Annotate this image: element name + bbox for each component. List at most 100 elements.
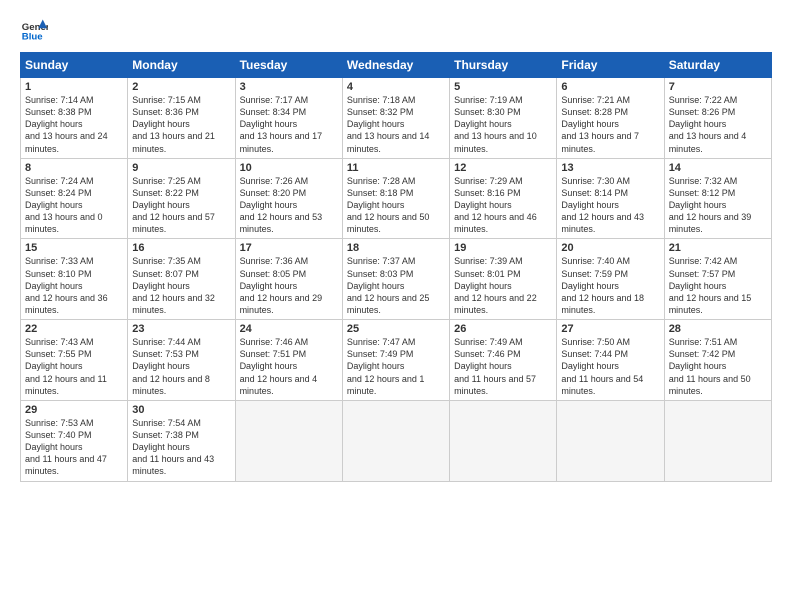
calendar-cell: 26 Sunrise: 7:49 AM Sunset: 7:46 PM Dayl… [450, 320, 557, 401]
day-info: Sunrise: 7:32 AM Sunset: 8:12 PM Dayligh… [669, 175, 767, 236]
day-info: Sunrise: 7:54 AM Sunset: 7:38 PM Dayligh… [132, 417, 230, 478]
calendar-cell: 9 Sunrise: 7:25 AM Sunset: 8:22 PM Dayli… [128, 158, 235, 239]
day-info: Sunrise: 7:50 AM Sunset: 7:44 PM Dayligh… [561, 336, 659, 397]
calendar-cell: 2 Sunrise: 7:15 AM Sunset: 8:36 PM Dayli… [128, 78, 235, 159]
calendar-table: SundayMondayTuesdayWednesdayThursdayFrid… [20, 52, 772, 482]
day-number: 4 [347, 81, 445, 93]
calendar-cell: 10 Sunrise: 7:26 AM Sunset: 8:20 PM Dayl… [235, 158, 342, 239]
day-number: 15 [25, 242, 123, 254]
day-number: 29 [25, 404, 123, 416]
day-info: Sunrise: 7:36 AM Sunset: 8:05 PM Dayligh… [240, 255, 338, 316]
calendar-cell: 30 Sunrise: 7:54 AM Sunset: 7:38 PM Dayl… [128, 400, 235, 481]
calendar-cell: 16 Sunrise: 7:35 AM Sunset: 8:07 PM Dayl… [128, 239, 235, 320]
calendar-cell: 27 Sunrise: 7:50 AM Sunset: 7:44 PM Dayl… [557, 320, 664, 401]
calendar-cell: 23 Sunrise: 7:44 AM Sunset: 7:53 PM Dayl… [128, 320, 235, 401]
day-number: 25 [347, 323, 445, 335]
calendar-cell: 18 Sunrise: 7:37 AM Sunset: 8:03 PM Dayl… [342, 239, 449, 320]
day-info: Sunrise: 7:30 AM Sunset: 8:14 PM Dayligh… [561, 175, 659, 236]
day-number: 22 [25, 323, 123, 335]
day-info: Sunrise: 7:29 AM Sunset: 8:16 PM Dayligh… [454, 175, 552, 236]
day-number: 24 [240, 323, 338, 335]
calendar-cell: 6 Sunrise: 7:21 AM Sunset: 8:28 PM Dayli… [557, 78, 664, 159]
logo-icon: General Blue [20, 16, 48, 44]
calendar-cell: 24 Sunrise: 7:46 AM Sunset: 7:51 PM Dayl… [235, 320, 342, 401]
calendar-cell [664, 400, 771, 481]
day-info: Sunrise: 7:51 AM Sunset: 7:42 PM Dayligh… [669, 336, 767, 397]
calendar-cell: 20 Sunrise: 7:40 AM Sunset: 7:59 PM Dayl… [557, 239, 664, 320]
calendar-cell [235, 400, 342, 481]
day-number: 14 [669, 162, 767, 174]
day-info: Sunrise: 7:22 AM Sunset: 8:26 PM Dayligh… [669, 94, 767, 155]
day-info: Sunrise: 7:35 AM Sunset: 8:07 PM Dayligh… [132, 255, 230, 316]
day-info: Sunrise: 7:25 AM Sunset: 8:22 PM Dayligh… [132, 175, 230, 236]
day-number: 1 [25, 81, 123, 93]
day-number: 6 [561, 81, 659, 93]
day-number: 3 [240, 81, 338, 93]
day-info: Sunrise: 7:42 AM Sunset: 7:57 PM Dayligh… [669, 255, 767, 316]
calendar-cell [450, 400, 557, 481]
svg-text:Blue: Blue [22, 32, 43, 43]
day-info: Sunrise: 7:44 AM Sunset: 7:53 PM Dayligh… [132, 336, 230, 397]
day-number: 5 [454, 81, 552, 93]
day-number: 30 [132, 404, 230, 416]
calendar-cell: 25 Sunrise: 7:47 AM Sunset: 7:49 PM Dayl… [342, 320, 449, 401]
day-number: 10 [240, 162, 338, 174]
day-info: Sunrise: 7:46 AM Sunset: 7:51 PM Dayligh… [240, 336, 338, 397]
day-number: 19 [454, 242, 552, 254]
calendar-header-friday: Friday [557, 53, 664, 78]
calendar-week-1: 1 Sunrise: 7:14 AM Sunset: 8:38 PM Dayli… [21, 78, 772, 159]
day-number: 18 [347, 242, 445, 254]
calendar-cell: 19 Sunrise: 7:39 AM Sunset: 8:01 PM Dayl… [450, 239, 557, 320]
day-number: 28 [669, 323, 767, 335]
calendar-cell: 4 Sunrise: 7:18 AM Sunset: 8:32 PM Dayli… [342, 78, 449, 159]
day-number: 21 [669, 242, 767, 254]
day-number: 12 [454, 162, 552, 174]
calendar-week-4: 22 Sunrise: 7:43 AM Sunset: 7:55 PM Dayl… [21, 320, 772, 401]
calendar-header-row: SundayMondayTuesdayWednesdayThursdayFrid… [21, 53, 772, 78]
day-info: Sunrise: 7:47 AM Sunset: 7:49 PM Dayligh… [347, 336, 445, 397]
day-info: Sunrise: 7:17 AM Sunset: 8:34 PM Dayligh… [240, 94, 338, 155]
calendar-header-saturday: Saturday [664, 53, 771, 78]
calendar-week-5: 29 Sunrise: 7:53 AM Sunset: 7:40 PM Dayl… [21, 400, 772, 481]
day-info: Sunrise: 7:37 AM Sunset: 8:03 PM Dayligh… [347, 255, 445, 316]
day-info: Sunrise: 7:15 AM Sunset: 8:36 PM Dayligh… [132, 94, 230, 155]
calendar-cell: 28 Sunrise: 7:51 AM Sunset: 7:42 PM Dayl… [664, 320, 771, 401]
calendar-cell: 3 Sunrise: 7:17 AM Sunset: 8:34 PM Dayli… [235, 78, 342, 159]
calendar-cell: 17 Sunrise: 7:36 AM Sunset: 8:05 PM Dayl… [235, 239, 342, 320]
day-number: 11 [347, 162, 445, 174]
header: General Blue [20, 16, 772, 44]
day-number: 13 [561, 162, 659, 174]
calendar-header-monday: Monday [128, 53, 235, 78]
calendar-cell [342, 400, 449, 481]
day-number: 16 [132, 242, 230, 254]
day-number: 20 [561, 242, 659, 254]
calendar-cell: 22 Sunrise: 7:43 AM Sunset: 7:55 PM Dayl… [21, 320, 128, 401]
day-info: Sunrise: 7:33 AM Sunset: 8:10 PM Dayligh… [25, 255, 123, 316]
day-number: 23 [132, 323, 230, 335]
calendar-cell: 5 Sunrise: 7:19 AM Sunset: 8:30 PM Dayli… [450, 78, 557, 159]
day-info: Sunrise: 7:43 AM Sunset: 7:55 PM Dayligh… [25, 336, 123, 397]
day-number: 8 [25, 162, 123, 174]
calendar-cell: 12 Sunrise: 7:29 AM Sunset: 8:16 PM Dayl… [450, 158, 557, 239]
day-number: 9 [132, 162, 230, 174]
day-number: 17 [240, 242, 338, 254]
calendar-week-2: 8 Sunrise: 7:24 AM Sunset: 8:24 PM Dayli… [21, 158, 772, 239]
calendar-cell: 15 Sunrise: 7:33 AM Sunset: 8:10 PM Dayl… [21, 239, 128, 320]
day-number: 26 [454, 323, 552, 335]
calendar-cell [557, 400, 664, 481]
day-info: Sunrise: 7:19 AM Sunset: 8:30 PM Dayligh… [454, 94, 552, 155]
day-info: Sunrise: 7:26 AM Sunset: 8:20 PM Dayligh… [240, 175, 338, 236]
calendar-header-wednesday: Wednesday [342, 53, 449, 78]
day-info: Sunrise: 7:14 AM Sunset: 8:38 PM Dayligh… [25, 94, 123, 155]
calendar-cell: 14 Sunrise: 7:32 AM Sunset: 8:12 PM Dayl… [664, 158, 771, 239]
calendar-cell: 8 Sunrise: 7:24 AM Sunset: 8:24 PM Dayli… [21, 158, 128, 239]
calendar-cell: 1 Sunrise: 7:14 AM Sunset: 8:38 PM Dayli… [21, 78, 128, 159]
day-info: Sunrise: 7:28 AM Sunset: 8:18 PM Dayligh… [347, 175, 445, 236]
day-number: 2 [132, 81, 230, 93]
day-info: Sunrise: 7:24 AM Sunset: 8:24 PM Dayligh… [25, 175, 123, 236]
day-number: 27 [561, 323, 659, 335]
day-info: Sunrise: 7:40 AM Sunset: 7:59 PM Dayligh… [561, 255, 659, 316]
day-info: Sunrise: 7:49 AM Sunset: 7:46 PM Dayligh… [454, 336, 552, 397]
calendar-cell: 21 Sunrise: 7:42 AM Sunset: 7:57 PM Dayl… [664, 239, 771, 320]
calendar-week-3: 15 Sunrise: 7:33 AM Sunset: 8:10 PM Dayl… [21, 239, 772, 320]
